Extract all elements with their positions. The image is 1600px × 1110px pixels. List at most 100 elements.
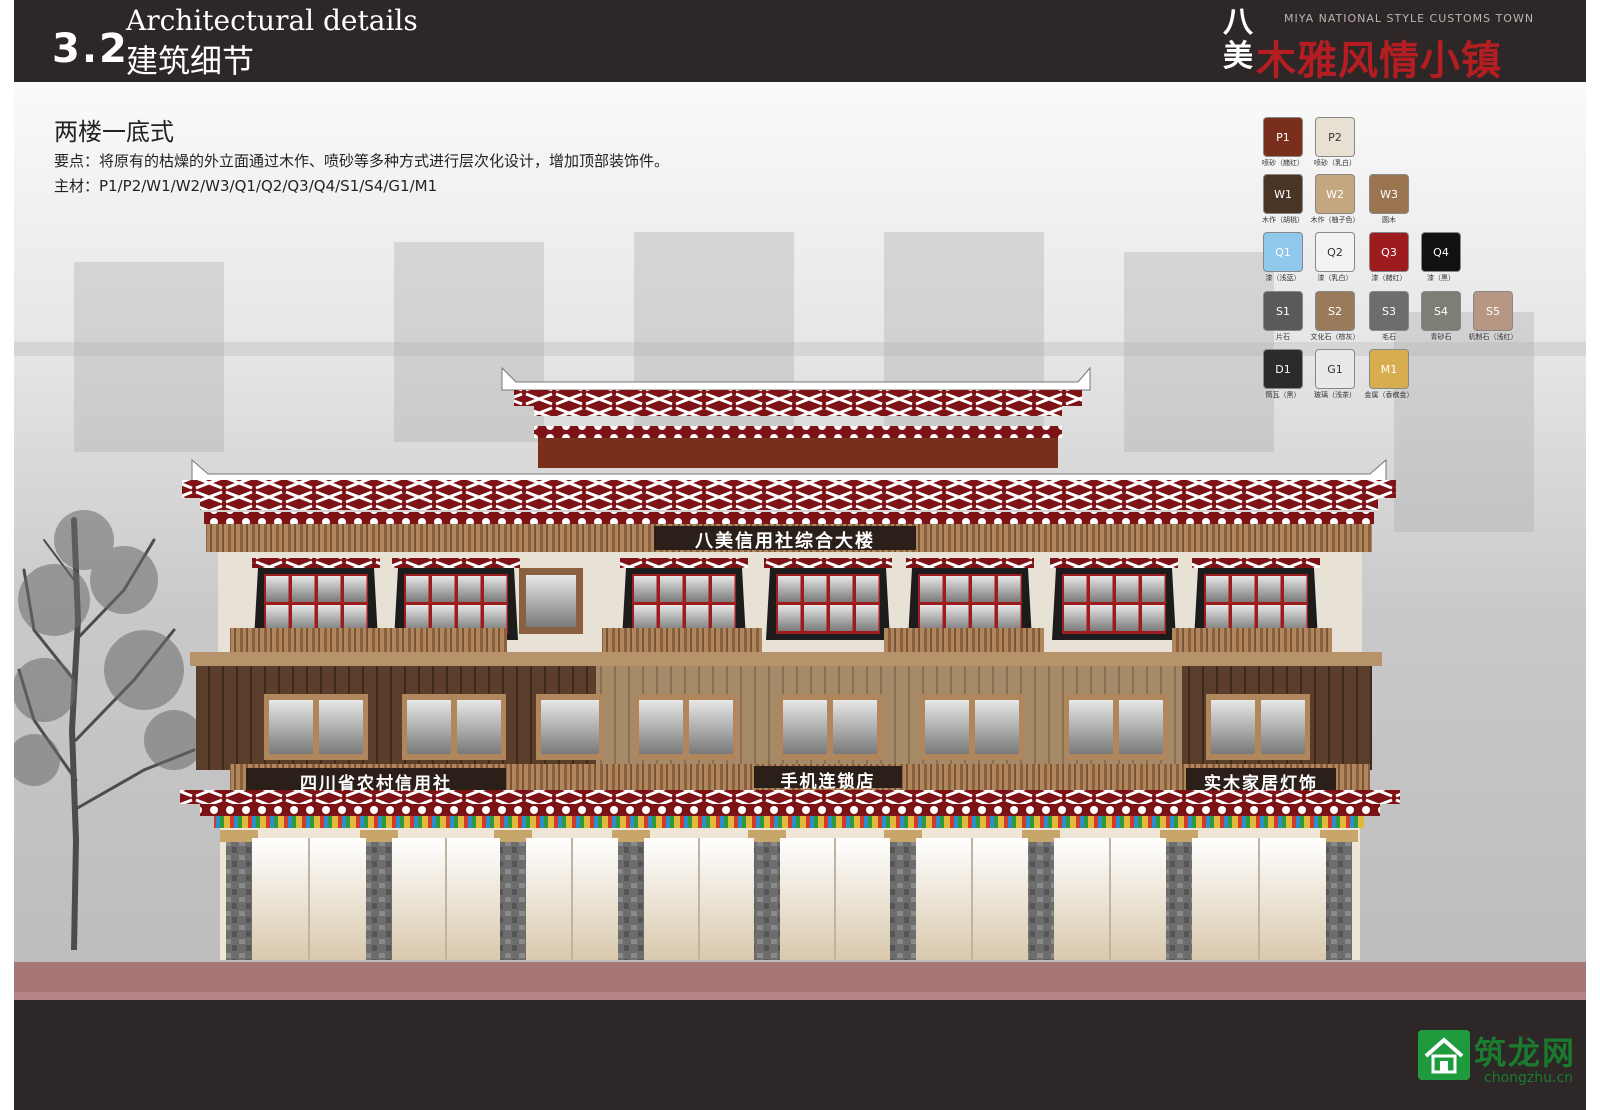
window-pane (830, 605, 853, 631)
window-pane (660, 605, 683, 631)
window-pane (541, 700, 599, 754)
window-pane (660, 576, 683, 602)
window-pane (432, 576, 455, 602)
window-lintel (1050, 558, 1178, 568)
window-pane (1206, 576, 1229, 602)
window-pane (804, 576, 827, 602)
window-pane (634, 605, 657, 631)
window-lintel (392, 558, 520, 568)
window-pane (1064, 576, 1087, 602)
window-pane (998, 605, 1021, 631)
window-pane (344, 576, 367, 602)
window-pane (292, 576, 315, 602)
sign-furniture-store: 实木家居灯饰 (1204, 774, 1318, 794)
window-pane (1116, 576, 1139, 602)
window-pane (1090, 605, 1113, 631)
window-pane (432, 605, 455, 631)
stone-pillar (366, 838, 392, 960)
window-pane (856, 605, 879, 631)
window-pane (830, 576, 853, 602)
top-building-sign: 八美信用社综合大楼 (695, 531, 875, 552)
window-pane (1142, 605, 1165, 631)
window-pane (946, 576, 969, 602)
window-pane (1232, 605, 1255, 631)
window-pane (458, 605, 481, 631)
window-pane (484, 576, 507, 602)
window-pane (1284, 576, 1307, 602)
window-pane (292, 605, 315, 631)
storefronts (220, 830, 1358, 960)
stone-pillar (1028, 838, 1054, 960)
window-pane (783, 700, 827, 754)
window-pane (318, 576, 341, 602)
window-pane (920, 576, 943, 602)
window-pane (634, 576, 657, 602)
window-pane (998, 576, 1021, 602)
window-pane (833, 700, 877, 754)
window-pane (1211, 700, 1255, 754)
window-pane (1090, 576, 1113, 602)
sign-phone-store: 手机连锁店 (780, 772, 876, 792)
window-pane (639, 700, 683, 754)
stone-pillar (1326, 838, 1352, 960)
window-pane (484, 605, 507, 631)
window-pane (920, 605, 943, 631)
window-pane (712, 576, 735, 602)
window-pane (266, 576, 289, 602)
footer-bar (14, 1000, 1586, 1110)
window-pane (457, 700, 501, 754)
middle-windows (264, 694, 1310, 760)
window-pane (975, 700, 1019, 754)
window-pane (319, 700, 363, 754)
window-lintel (1192, 558, 1320, 568)
window-pane (1284, 605, 1307, 631)
sign-rural-credit: 四川省农村信用社 (300, 774, 452, 794)
window-pane (458, 576, 481, 602)
window-lintel (906, 558, 1034, 568)
watermark-site-en: chongzhu.cn (1484, 1070, 1574, 1086)
window-lintel (620, 558, 748, 568)
window-pane (946, 605, 969, 631)
window-pane (344, 605, 367, 631)
window-pane (406, 605, 429, 631)
window-pane (712, 605, 735, 631)
curb (14, 992, 1586, 1000)
window-pane (1232, 576, 1255, 602)
window-pane (1069, 700, 1113, 754)
building-elevation (180, 366, 1400, 960)
stone-pillar (754, 838, 780, 960)
window-pane (778, 576, 801, 602)
upper-windows (252, 558, 1320, 640)
window-pane (1258, 605, 1281, 631)
stone-pillar (618, 838, 644, 960)
window-pane (1064, 605, 1087, 631)
window-pane (686, 576, 709, 602)
window-pane (689, 700, 733, 754)
window-pane (1258, 576, 1281, 602)
window-pane (269, 700, 313, 754)
house-logo-icon (1418, 1030, 1470, 1080)
window-pane (1261, 700, 1305, 754)
window-pane (856, 576, 879, 602)
window-pane (407, 700, 451, 754)
window-pane (1119, 700, 1163, 754)
window-pane (804, 605, 827, 631)
stone-pillar (1166, 838, 1192, 960)
window-lintel (764, 558, 892, 568)
window-pane (778, 605, 801, 631)
window-pane (318, 605, 341, 631)
stone-pillar (226, 838, 252, 960)
stone-pillar (890, 838, 916, 960)
window-pane (686, 605, 709, 631)
window-lintel (252, 558, 380, 568)
window-pane (266, 605, 289, 631)
stone-pillar (500, 838, 526, 960)
window-pane (1206, 605, 1229, 631)
poster-frame: 3.2 Architectural details 建筑细节 八美 MIYA N… (14, 0, 1586, 1110)
watermark-site-zh: 筑龙网 (1474, 1034, 1577, 1072)
window-pane (1142, 576, 1165, 602)
window-pane (972, 576, 995, 602)
window-pane (925, 700, 969, 754)
window-pane (1116, 605, 1139, 631)
window-pane (972, 605, 995, 631)
